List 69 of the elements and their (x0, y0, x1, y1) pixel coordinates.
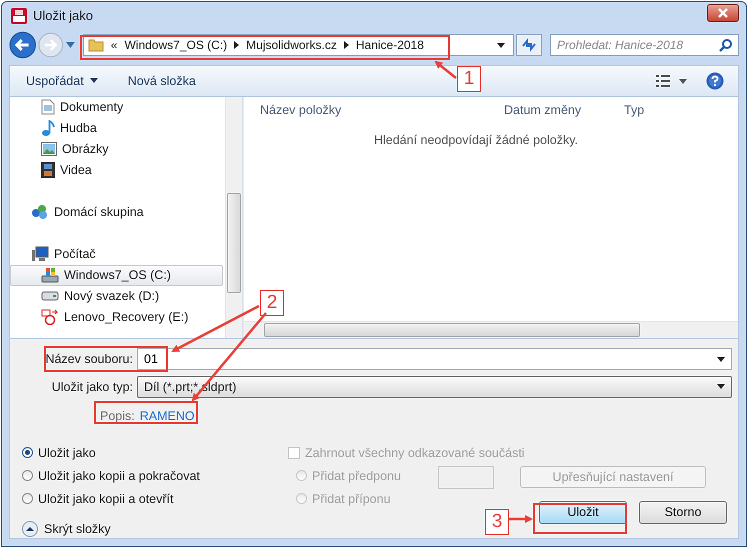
help-icon[interactable] (706, 72, 724, 90)
close-icon (717, 8, 729, 18)
breadcrumb[interactable]: Hanice-2018 (356, 38, 424, 52)
dropdown-icon[interactable] (497, 42, 506, 48)
radio-icon[interactable] (22, 470, 33, 482)
dropdown-icon (717, 384, 725, 390)
field-label: Název souboru: (44, 352, 134, 366)
computer-icon (31, 246, 49, 262)
nav-item[interactable]: Počítač (10, 244, 223, 265)
nav-item[interactable]: Videa (10, 160, 223, 181)
drive-icon (41, 291, 59, 302)
nav-item[interactable]: Domácí skupina (10, 202, 223, 223)
chevron-icon[interactable] (234, 41, 240, 50)
callout-number: 3 (485, 509, 509, 535)
caret-icon (90, 78, 98, 84)
close-button[interactable] (707, 4, 739, 22)
field-label: Uložit jako typ: (50, 380, 134, 394)
file-name-field[interactable]: 01 (137, 348, 732, 370)
homegroup-icon (31, 204, 49, 220)
folder-icon (88, 37, 104, 54)
breadcrumb[interactable]: Mujsolidworks.cz (246, 38, 337, 52)
empty-message: Hledání neodpovídají žádné položky. (372, 132, 580, 147)
dropdown-icon[interactable] (717, 356, 725, 362)
column-header[interactable]: Datum změny (504, 102, 624, 117)
radio-option[interactable]: Uložit jako kopii a pokračovat (22, 466, 200, 485)
music-note-icon (41, 120, 55, 136)
annotation-arrow (434, 60, 457, 79)
callout-number: 2 (260, 290, 284, 316)
radio-icon[interactable] (22, 493, 33, 504)
affix-text-field[interactable] (438, 466, 494, 489)
column-header[interactable]: Název položky (244, 102, 504, 117)
horizontal-scrollbar[interactable] (244, 320, 738, 338)
chevron-icon[interactable] (344, 41, 349, 50)
document-icon (41, 99, 55, 116)
annotation-arrow (508, 515, 533, 523)
nav-item[interactable]: Lenovo_Recovery (E:) (10, 306, 223, 328)
radio-option[interactable]: Uložit jako (22, 444, 96, 462)
nav-item[interactable]: Nový svazek (D:) (10, 286, 223, 307)
organize-button[interactable]: Uspořádat (26, 74, 98, 88)
back-icon[interactable] (9, 31, 36, 60)
nav-item[interactable]: Obrázky (10, 138, 223, 160)
app-icon (11, 8, 27, 24)
nav-item[interactable]: Dokumenty (10, 96, 223, 118)
film-icon (41, 162, 55, 178)
field-label: Popis: (100, 408, 135, 423)
hide-folders-button[interactable]: Skrýt složky (22, 520, 111, 538)
radio-option[interactable]: Uložit jako kopii a otevřít (22, 490, 174, 508)
vertical-scrollbar[interactable] (225, 96, 242, 338)
picture-icon (41, 142, 57, 156)
refresh-button[interactable] (516, 34, 542, 56)
window-title: Uložit jako (33, 8, 93, 24)
view-options-icon[interactable] (656, 74, 688, 87)
column-header[interactable]: Typ (624, 102, 644, 117)
new-folder-button[interactable]: Nová složka (128, 74, 196, 88)
radio-icon[interactable] (22, 447, 33, 458)
refresh-icon (521, 38, 538, 52)
breadcrumb-overflow[interactable]: « (110, 38, 118, 52)
search-icon (719, 39, 732, 52)
system-drive-icon (41, 267, 59, 284)
search-field[interactable]: Prohledat: Hanice-2018 (550, 34, 740, 56)
cancel-button[interactable]: Storno (639, 500, 727, 524)
description-value: RAMENO (140, 408, 195, 423)
recovery-drive-icon (41, 309, 59, 326)
callout-number: 1 (457, 66, 481, 92)
nav-item[interactable]: Windows7_OS (C:) (10, 264, 223, 286)
breadcrumb[interactable]: Windows7_OS (C:) (124, 38, 228, 52)
address-bar[interactable]: « Windows7_OS (C:) Mujsolidworks.cz Hanice-2018 (82, 34, 514, 56)
save-button[interactable]: Uložit (539, 500, 627, 524)
nav-item[interactable]: Hudba (10, 118, 223, 139)
